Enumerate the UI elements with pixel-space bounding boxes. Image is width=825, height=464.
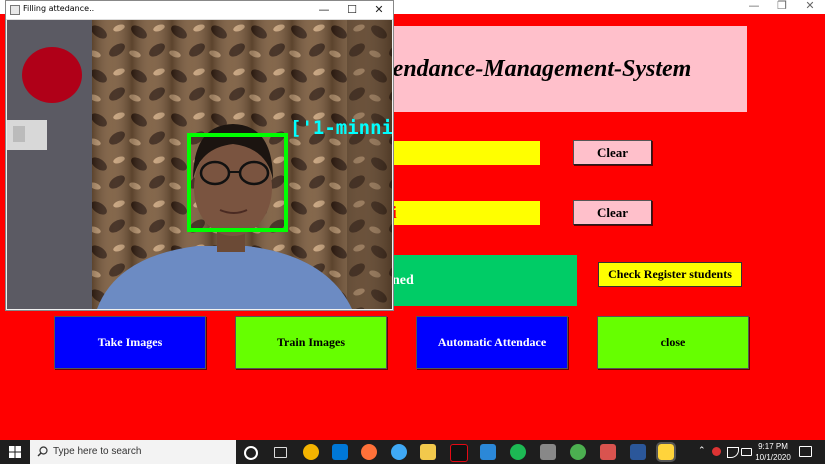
clear-enrollment-button[interactable]: Clear bbox=[573, 140, 652, 165]
netflix-icon[interactable] bbox=[450, 444, 468, 462]
automatic-attendance-button[interactable]: Automatic Attendace bbox=[416, 316, 568, 369]
taskbar-search-box[interactable]: Type here to search bbox=[30, 440, 236, 464]
mail-icon[interactable] bbox=[480, 444, 496, 460]
camera-window[interactable]: Filling attedance.. — ☐ ✕ ['1-minni bbox=[5, 0, 394, 311]
camera-close-button[interactable]: ✕ bbox=[369, 3, 389, 17]
taskbar-clock[interactable]: 9:17 PM 10/1/2020 bbox=[753, 441, 793, 463]
wifi-icon[interactable] bbox=[727, 447, 739, 458]
security-icon[interactable] bbox=[712, 447, 721, 456]
task-view-icon[interactable] bbox=[274, 447, 287, 458]
store-icon[interactable] bbox=[332, 444, 348, 460]
action-center-icon[interactable] bbox=[799, 446, 812, 457]
chevron-up-icon[interactable]: ⌃ bbox=[698, 446, 706, 456]
window-app-icon bbox=[10, 5, 20, 15]
firefox-icon[interactable] bbox=[361, 444, 377, 460]
start-button[interactable] bbox=[0, 440, 30, 464]
check-register-students-button[interactable]: Check Register students bbox=[598, 262, 742, 287]
notification-banner: ned bbox=[392, 255, 577, 306]
clock-date: 10/1/2020 bbox=[755, 453, 791, 462]
app-title-banner: tendance-Management-System bbox=[386, 26, 747, 112]
spotify-icon[interactable] bbox=[510, 444, 526, 460]
search-placeholder: Type here to search bbox=[53, 446, 142, 457]
camera-maximize-button[interactable]: ☐ bbox=[342, 3, 362, 17]
file-explorer-icon[interactable] bbox=[420, 444, 436, 460]
clock-time: 9:17 PM bbox=[758, 442, 788, 451]
battery-icon[interactable] bbox=[741, 448, 752, 456]
search-icon bbox=[37, 446, 48, 457]
edge-icon[interactable] bbox=[391, 444, 407, 460]
enrollment-input[interactable] bbox=[392, 141, 540, 165]
clear-name-button[interactable]: Clear bbox=[573, 200, 652, 225]
cortana-icon[interactable] bbox=[244, 446, 258, 460]
name-input[interactable]: i bbox=[392, 201, 540, 225]
main-close-button[interactable]: ✕ bbox=[796, 0, 824, 14]
camera-minimize-button[interactable]: — bbox=[314, 3, 334, 17]
chrome-icon[interactable] bbox=[303, 444, 319, 460]
windows-logo-icon bbox=[9, 446, 21, 458]
webcam-image bbox=[7, 20, 392, 309]
camera-window-title: Filling attedance.. bbox=[23, 4, 95, 13]
word-icon[interactable] bbox=[630, 444, 646, 460]
chrome-icon[interactable] bbox=[570, 444, 586, 460]
face-recognition-label: ['1-minni' ' bbox=[290, 117, 392, 139]
app-icon[interactable] bbox=[600, 444, 616, 460]
take-images-button[interactable]: Take Images bbox=[54, 316, 206, 369]
main-minimize-button[interactable]: — bbox=[740, 0, 768, 14]
camera-feed: ['1-minni' ' bbox=[7, 20, 392, 309]
camera-window-titlebar[interactable]: Filling attedance.. — ☐ ✕ bbox=[6, 1, 393, 20]
camera-icon[interactable] bbox=[540, 444, 556, 460]
python-icon[interactable] bbox=[656, 442, 676, 462]
close-button[interactable]: close bbox=[597, 316, 749, 369]
train-images-button[interactable]: Train Images bbox=[235, 316, 387, 369]
main-restore-button[interactable]: ❐ bbox=[768, 0, 796, 14]
taskbar: Type here to search ⌃ 9:17 PM 10/1/2020 bbox=[0, 440, 825, 464]
app-title: tendance-Management-System bbox=[386, 55, 692, 82]
